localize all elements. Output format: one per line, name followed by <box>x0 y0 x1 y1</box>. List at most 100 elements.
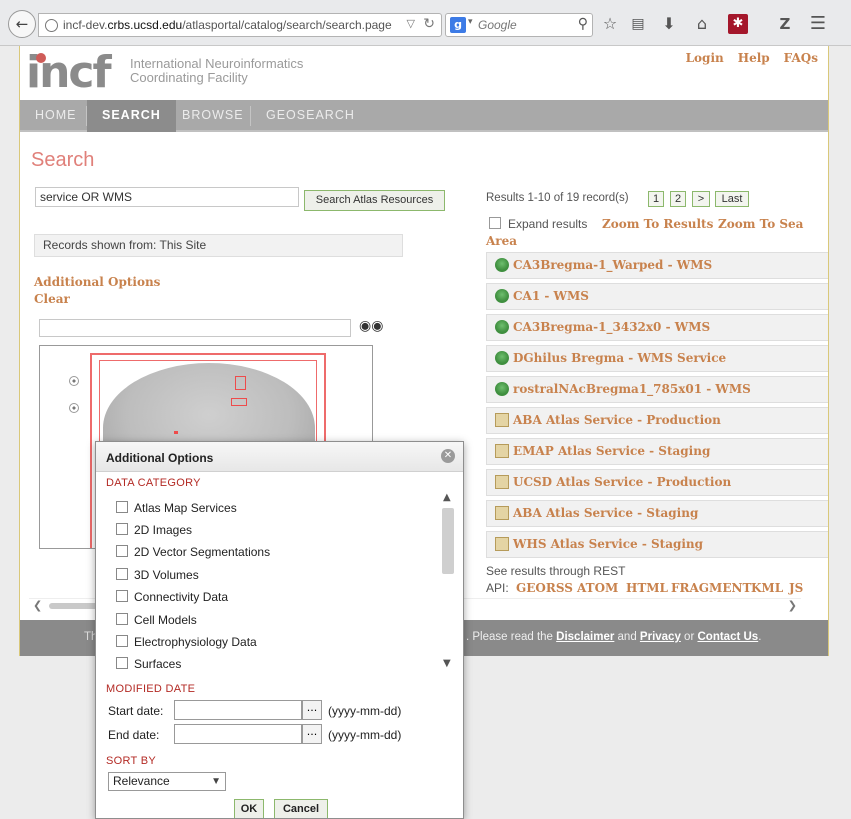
last-page-button[interactable]: Last <box>715 191 749 207</box>
start-date-picker-button[interactable]: ... <box>302 700 322 720</box>
download-icon[interactable]: ⬇ <box>659 14 679 34</box>
browser-search-bar[interactable]: g ▾ Google ⚲ <box>445 13 593 37</box>
result-row[interactable]: CA1 - WMS <box>486 283 828 310</box>
incf-logo[interactable]: incf International Neuroinformatics Coor… <box>26 49 326 97</box>
api-js-link[interactable]: JS <box>789 581 803 595</box>
close-icon[interactable]: ✕ <box>441 449 455 463</box>
result-title[interactable]: WHS Atlas Service - Staging <box>513 537 703 551</box>
contact-us-link[interactable]: Contact Us <box>697 631 758 643</box>
result-title[interactable]: DGhilus Bregma - WMS Service <box>513 351 726 365</box>
result-title[interactable]: CA3Bregma-1_3432x0 - WMS <box>513 320 710 334</box>
expand-results-checkbox[interactable] <box>489 217 501 229</box>
additional-options-link[interactable]: Additional Options <box>34 275 160 289</box>
wms-globe-icon <box>495 258 509 272</box>
clear-link[interactable]: Clear <box>34 292 70 306</box>
map-location-input[interactable] <box>39 319 351 337</box>
category-checkbox[interactable] <box>116 635 128 647</box>
category-checkbox[interactable] <box>116 568 128 580</box>
category-checkbox[interactable] <box>116 523 128 535</box>
result-title[interactable]: rostralNAcBregma1_785x01 - WMS <box>513 382 751 396</box>
hamburger-menu-icon[interactable]: ☰ <box>808 14 828 34</box>
api-fragment-link[interactable]: FRAGMENT <box>671 581 751 595</box>
scrollbar-thumb[interactable] <box>442 508 454 574</box>
data-category-heading: DATA CATEGORY <box>106 477 201 489</box>
atlas-service-icon <box>495 475 509 489</box>
zoom-to-search-link[interactable]: Zoom To Sea <box>718 217 803 231</box>
scroll-right-icon[interactable]: ❯ <box>788 599 797 612</box>
search-engine-dropdown-icon[interactable]: ▾ <box>468 17 473 27</box>
zoom-to-search-area-link[interactable]: Area <box>486 234 517 248</box>
start-date-input[interactable] <box>174 700 302 720</box>
map-radio-option[interactable] <box>69 376 79 386</box>
reload-icon[interactable]: ↻ <box>423 16 435 32</box>
bookmark-star-icon[interactable]: ☆ <box>600 14 620 34</box>
result-title[interactable]: ABA Atlas Service - Production <box>513 413 721 427</box>
result-row[interactable]: WHS Atlas Service - Staging <box>486 531 828 558</box>
end-date-input[interactable] <box>174 724 302 744</box>
zotero-icon[interactable]: Z <box>775 14 795 34</box>
result-title[interactable]: ABA Atlas Service - Staging <box>513 506 698 520</box>
result-row[interactable]: CA3Bregma-1_Warped - WMS <box>486 252 828 279</box>
binoculars-icon[interactable]: ◉◉ <box>359 318 383 338</box>
logo-text: International Neuroinformatics Coordinat… <box>130 57 303 85</box>
search-atlas-button[interactable]: Search Atlas Resources <box>304 190 445 211</box>
zoom-to-results-link[interactable]: Zoom To Results <box>602 217 713 231</box>
bookmarks-list-icon[interactable]: ▤ <box>628 14 648 34</box>
result-row[interactable]: DGhilus Bregma - WMS Service <box>486 345 828 372</box>
help-link[interactable]: Help <box>738 51 770 65</box>
privacy-link[interactable]: Privacy <box>640 631 681 643</box>
disclaimer-link[interactable]: Disclaimer <box>556 631 614 643</box>
result-row[interactable]: ABA Atlas Service - Production <box>486 407 828 434</box>
category-checkbox[interactable] <box>116 501 128 513</box>
cancel-button[interactable]: Cancel <box>274 799 328 818</box>
google-g-icon[interactable]: g <box>450 17 466 33</box>
api-atom-link[interactable]: ATOM <box>577 581 618 595</box>
result-title[interactable]: CA3Bregma-1_Warped - WMS <box>513 258 712 272</box>
magnifier-icon[interactable]: ⚲ <box>578 16 588 32</box>
map-radio-option[interactable] <box>69 403 79 413</box>
url-bar[interactable]: incf-dev.crbs.ucsd.edu/atlasportal/catal… <box>38 13 442 37</box>
start-date-format: (yyyy-mm-dd) <box>328 704 402 718</box>
category-checkbox[interactable] <box>116 590 128 602</box>
search-input[interactable] <box>35 187 299 207</box>
ok-button[interactable]: OK <box>234 799 264 818</box>
result-row[interactable]: rostralNAcBregma1_785x01 - WMS <box>486 376 828 403</box>
result-row[interactable]: EMAP Atlas Service - Staging <box>486 438 828 465</box>
url-dropdown-icon[interactable]: ▽ <box>407 17 415 30</box>
next-page-button[interactable]: > <box>692 191 710 207</box>
category-checkbox[interactable] <box>116 657 128 669</box>
scroll-left-icon[interactable]: ❮ <box>33 599 42 612</box>
nav-search[interactable]: SEARCH <box>87 100 176 132</box>
result-row[interactable]: CA3Bregma-1_3432x0 - WMS <box>486 314 828 341</box>
end-date-picker-button[interactable]: ... <box>302 724 322 744</box>
scroll-up-icon[interactable]: ▲ <box>443 492 451 503</box>
api-kml-link[interactable]: KML <box>751 581 783 595</box>
result-title[interactable]: UCSD Atlas Service - Production <box>513 475 731 489</box>
region-marker <box>235 376 246 390</box>
api-georss-link[interactable]: GEORSS <box>516 581 573 595</box>
footer-end: . <box>758 631 762 643</box>
result-title[interactable]: CA1 - WMS <box>513 289 589 303</box>
end-date-label: End date: <box>108 728 160 742</box>
back-arrow-icon[interactable]: ← <box>8 10 36 38</box>
result-row[interactable]: UCSD Atlas Service - Production <box>486 469 828 496</box>
login-link[interactable]: Login <box>686 51 724 65</box>
nav-browse[interactable]: BROWSE <box>167 100 259 132</box>
page-2-button[interactable]: 2 <box>670 191 686 207</box>
wms-globe-icon <box>495 320 509 334</box>
result-title[interactable]: EMAP Atlas Service - Staging <box>513 444 710 458</box>
category-checkbox[interactable] <box>116 545 128 557</box>
api-html-link[interactable]: HTML <box>626 581 668 595</box>
home-icon[interactable]: ⌂ <box>692 14 712 34</box>
nav-geosearch[interactable]: GEOSEARCH <box>251 100 370 132</box>
dialog-header[interactable]: Additional Options ✕ <box>96 442 463 472</box>
category-scrollbar[interactable]: ▲ ▼ <box>440 490 456 674</box>
faqs-link[interactable]: FAQs <box>784 51 818 65</box>
addon-icon[interactable]: ✱ <box>728 14 748 34</box>
scroll-down-icon[interactable]: ▼ <box>443 658 451 669</box>
nav-home[interactable]: HOME <box>20 100 92 132</box>
page-1-button[interactable]: 1 <box>648 191 664 207</box>
sort-by-select[interactable]: Relevance ▼ <box>108 772 226 791</box>
result-row[interactable]: ABA Atlas Service - Staging <box>486 500 828 527</box>
category-checkbox[interactable] <box>116 613 128 625</box>
